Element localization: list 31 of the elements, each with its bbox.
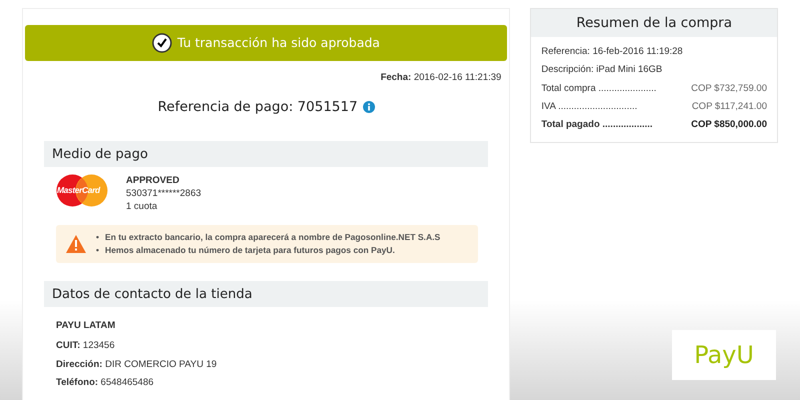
summary-label: Total pagado ................... — [541, 118, 653, 132]
card-number: 530371******2863 — [126, 186, 202, 200]
installments-text: 1 cuota — [126, 200, 158, 214]
summary-title: Resumen de la compra — [531, 9, 777, 37]
card-logo-icon — [56, 174, 108, 206]
summary-label: Total compra ...................... — [541, 82, 656, 96]
store-name: PAYU LATAM — [56, 319, 116, 334]
summary-amount: COP $732,759.00 — [691, 82, 767, 96]
success-message: Tu transacción ha sido aprobada — [177, 34, 380, 52]
summary-info: Referencia: 16-feb-2016 11:19:28 — [541, 45, 683, 59]
notice-text: En tu extracto bancario, la compra aparecerá a nombre de Pagosonline.NET S.A.S — [105, 231, 440, 244]
bullet: • — [96, 244, 100, 258]
card-brand-text: MasterCard — [57, 184, 102, 196]
payment-reference: Referencia de pago: 7051517 — [158, 98, 358, 118]
section-header: Datos de contacto de la tienda — [44, 281, 488, 308]
bullet: • — [96, 231, 100, 244]
logo-text: PayU — [694, 340, 754, 371]
summary-label: IVA .............................. — [541, 100, 638, 114]
summary-info: Descripción: iPad Mini 16GB — [541, 63, 662, 78]
contact-field: Dirección: DIR COMERCIO PAYU 19 — [56, 356, 478, 374]
contact-field: Teléfono: 6548465486 — [56, 374, 478, 392]
summary-amount: COP $117,241.00 — [692, 100, 767, 114]
section-header: Medio de pago — [44, 140, 488, 166]
warning-icon — [66, 235, 86, 254]
date-text: Fecha: 2016-02-16 11:21:39 — [380, 71, 502, 85]
info-icon[interactable] — [362, 101, 375, 114]
payment-status: APPROVED — [126, 174, 180, 187]
contact-field: CUIT: 123456 — [56, 337, 478, 356]
summary-amount: COP $850,000.00 — [691, 118, 767, 132]
notice-text: Hemos almacenado tu número de tarjeta para futuros pagos con PayU. — [105, 244, 395, 258]
check-icon — [152, 33, 172, 53]
